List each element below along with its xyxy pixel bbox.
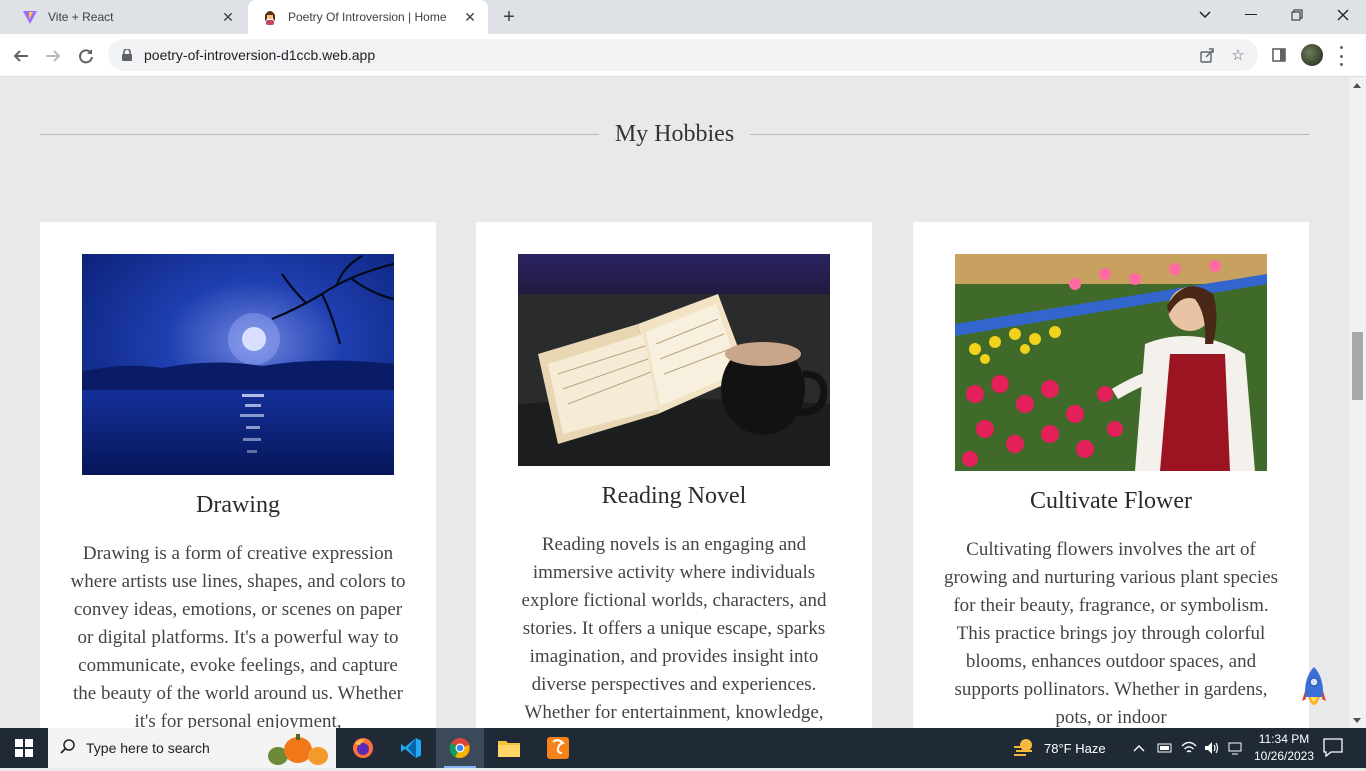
page-viewport: My Hobbies Drawing Drawing is a form of …	[0, 77, 1349, 728]
clock-date: 10/26/2023	[1253, 749, 1315, 763]
taskbar-chrome-icon[interactable]	[436, 728, 484, 768]
section-title: My Hobbies	[614, 120, 735, 147]
show-hidden-icons-chevron-icon[interactable]	[1133, 728, 1145, 768]
volume-icon[interactable]	[1204, 728, 1220, 768]
taskbar-file-explorer-icon[interactable]	[485, 728, 533, 768]
tab-title: Vite + React	[48, 10, 114, 24]
card-title: Reading Novel	[601, 483, 747, 509]
windows-start-icon[interactable]	[0, 728, 48, 768]
share-icon[interactable]	[1198, 46, 1216, 64]
taskbar-firefox-icon[interactable]	[339, 728, 387, 768]
weather-text: 78°F Haze	[1044, 740, 1106, 756]
forward-arrow-icon[interactable]	[40, 43, 66, 69]
scroll-down-arrow-icon[interactable]	[1353, 718, 1361, 723]
lock-icon[interactable]	[120, 48, 134, 62]
card-title: Cultivate Flower	[1030, 488, 1192, 514]
browser-tab-strip: Vite + React ✕ Poetry Of Introversion | …	[0, 0, 1366, 34]
restore-window-icon[interactable]	[1274, 0, 1320, 30]
scrollbar-thumb[interactable]	[1352, 332, 1363, 400]
girl-avatar-icon	[262, 9, 278, 25]
clock-time: 11:34 PM	[1258, 732, 1310, 746]
url-text: poetry-of-introversion-d1ccb.web.app	[144, 47, 376, 63]
taskbar-clock[interactable]: 11:34 PM 10/26/2023	[1246, 731, 1322, 765]
new-tab-plus-icon[interactable]: +	[498, 6, 520, 28]
divider	[40, 133, 599, 135]
close-tab-icon[interactable]: ✕	[462, 9, 478, 25]
reload-icon[interactable]	[73, 43, 99, 69]
taskbar-vscode-icon[interactable]	[387, 728, 435, 768]
hobby-card-cultivate-flower: Cultivate Flower Cultivating flowers inv…	[913, 222, 1309, 728]
card-title: Drawing	[196, 492, 280, 518]
page-scrollbar[interactable]	[1349, 77, 1366, 728]
taskbar-search-box[interactable]: Type here to search	[48, 728, 336, 768]
pumpkins-icon	[258, 732, 334, 771]
tab-search-chevron-icon[interactable]	[1182, 0, 1228, 30]
card-description: Reading novels is an engaging and immers…	[521, 534, 827, 723]
profile-avatar[interactable]	[1301, 44, 1323, 66]
section-header: My Hobbies	[40, 119, 1309, 149]
battery-icon[interactable]	[1157, 728, 1173, 768]
notification-center-icon[interactable]	[1322, 736, 1346, 760]
hobby-card-reading-novel: Reading Novel Reading novels is an engag…	[476, 222, 872, 728]
tab-poetry-home[interactable]: Poetry Of Introversion | Home ✕	[248, 0, 488, 34]
close-window-icon[interactable]	[1320, 0, 1366, 30]
display-icon[interactable]	[1228, 728, 1242, 768]
side-panel-icon[interactable]	[1267, 43, 1291, 67]
card-description: Drawing is a form of creative expression…	[70, 543, 406, 728]
wifi-icon[interactable]	[1181, 728, 1197, 768]
weather-widget[interactable]: 78°F Haze	[1012, 728, 1106, 768]
haze-weather-icon	[1012, 737, 1036, 760]
divider	[750, 133, 1309, 135]
browser-toolbar: poetry-of-introversion-d1ccb.web.app ☆	[0, 34, 1366, 77]
card-description: Cultivating flowers involves the art of …	[943, 539, 1278, 728]
moonlit-lake-painting-image	[82, 254, 394, 475]
taskbar-pdf-app-icon[interactable]	[534, 728, 582, 768]
address-bar[interactable]: poetry-of-introversion-d1ccb.web.app ☆	[108, 39, 1258, 71]
hobby-card-drawing: Drawing Drawing is a form of creative ex…	[40, 222, 436, 728]
woman-tending-flowers-image	[955, 254, 1267, 471]
browser-menu-icon[interactable]	[1336, 46, 1346, 66]
back-arrow-icon[interactable]	[8, 43, 34, 69]
vite-logo-icon	[22, 9, 38, 25]
tab-vite-react[interactable]: Vite + React ✕	[8, 0, 246, 34]
tab-title: Poetry Of Introversion | Home	[288, 10, 447, 24]
windows-taskbar: Type here to search 78°F Haze 11:34 PM 1…	[0, 728, 1366, 768]
minimize-window-icon[interactable]	[1228, 0, 1274, 30]
open-book-and-coffee-image	[518, 254, 830, 466]
bookmark-star-icon[interactable]: ☆	[1229, 46, 1247, 64]
search-icon	[60, 738, 76, 759]
scroll-to-top-rocket-icon[interactable]	[1302, 667, 1326, 713]
search-placeholder: Type here to search	[86, 740, 210, 756]
close-tab-icon[interactable]: ✕	[220, 9, 236, 25]
scroll-up-arrow-icon[interactable]	[1353, 83, 1361, 88]
